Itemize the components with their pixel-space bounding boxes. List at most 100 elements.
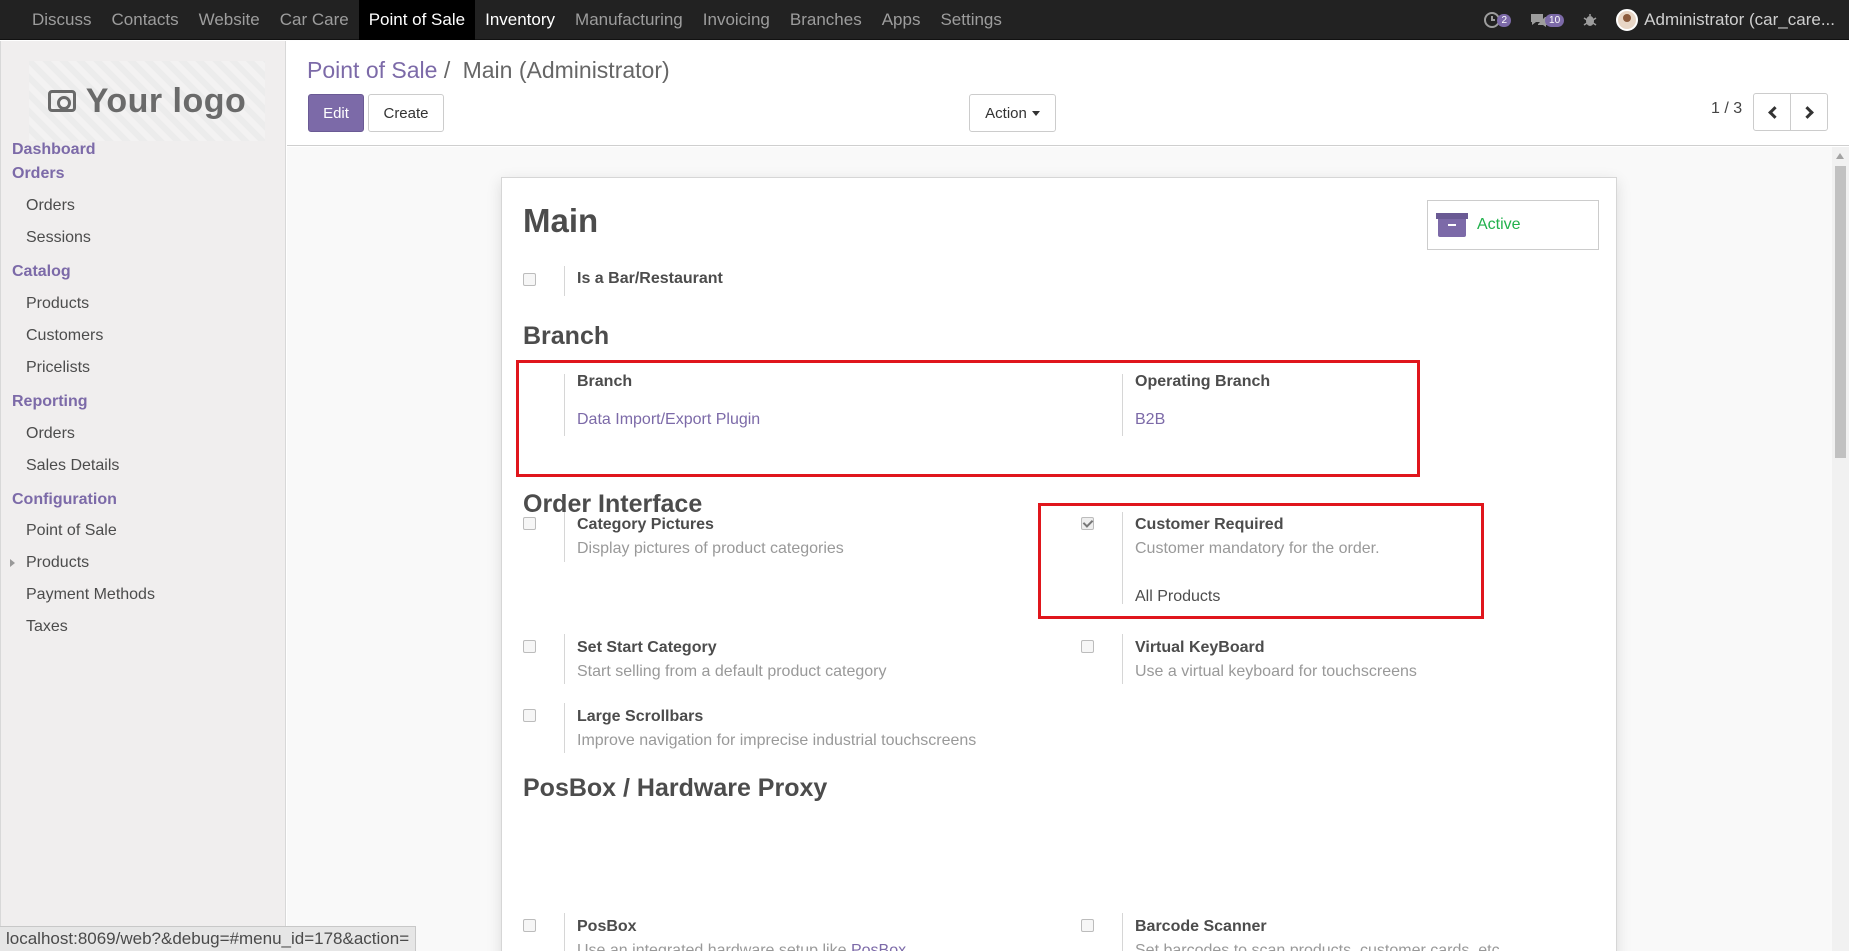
divider bbox=[1122, 634, 1123, 684]
user-menu[interactable]: Administrator (car_care... bbox=[1616, 9, 1835, 31]
is-bar-checkbox[interactable] bbox=[523, 273, 536, 286]
pager-value[interactable]: 1 / 3 bbox=[1711, 100, 1742, 118]
logo-text: Your logo bbox=[85, 81, 247, 120]
page-scrollbar[interactable] bbox=[1832, 147, 1849, 951]
systray: 2 10 Administrator (car_care... bbox=[1483, 0, 1835, 40]
posbox-heading: PosBox / Hardware Proxy bbox=[523, 774, 828, 802]
menu-website[interactable]: Website bbox=[189, 0, 270, 40]
menu-inventory[interactable]: Inventory bbox=[475, 0, 565, 40]
large-scrollbars-label: Large Scrollbars bbox=[577, 708, 704, 725]
sidebar-item-reporting-orders[interactable]: Orders bbox=[1, 418, 287, 450]
menu-car-care[interactable]: Car Care bbox=[270, 0, 359, 40]
camera-icon bbox=[47, 90, 76, 112]
scroll-up-icon[interactable] bbox=[1836, 153, 1844, 159]
sidebar-item-pricelists[interactable]: Pricelists bbox=[1, 352, 287, 384]
user-name: Administrator (car_care... bbox=[1644, 10, 1835, 29]
scrollbar-thumb[interactable] bbox=[1835, 166, 1846, 458]
menu-branches[interactable]: Branches bbox=[780, 0, 872, 40]
app-menu: Discuss Contacts Website Car Care Point … bbox=[22, 0, 1012, 40]
active-toggle-button[interactable]: Active bbox=[1427, 200, 1599, 250]
debug-menu[interactable] bbox=[1582, 12, 1598, 28]
menu-settings[interactable]: Settings bbox=[930, 0, 1011, 40]
breadcrumb-current: Main (Administrator) bbox=[462, 57, 670, 83]
barcode-scanner-label: Barcode Scanner bbox=[1135, 918, 1267, 935]
divider bbox=[564, 634, 565, 684]
sidebar-item-payment-methods[interactable]: Payment Methods bbox=[1, 579, 287, 611]
chevron-right-icon bbox=[1800, 105, 1814, 119]
barcode-scanner-desc: Set barcodes to scan products, customer … bbox=[1135, 942, 1505, 951]
menu-manufacturing[interactable]: Manufacturing bbox=[565, 0, 693, 40]
virtual-keyboard-checkbox[interactable] bbox=[1081, 640, 1094, 653]
create-button[interactable]: Create bbox=[368, 94, 444, 132]
sidebar-section-reporting[interactable]: Reporting bbox=[1, 390, 287, 414]
control-panel: Point of Sale / Main (Administrator) Edi… bbox=[287, 41, 1849, 146]
divider bbox=[564, 512, 565, 562]
is-bar-label: Is a Bar/Restaurant bbox=[577, 270, 723, 287]
breadcrumb-separator: / bbox=[443, 57, 451, 83]
sidebar-item-customers[interactable]: Customers bbox=[1, 320, 287, 352]
sidebar-nav: Dashboard Orders Orders Sessions Catalog… bbox=[1, 138, 287, 643]
sidebar-item-orders[interactable]: Orders bbox=[1, 190, 287, 222]
edit-button[interactable]: Edit bbox=[308, 94, 364, 132]
branch-heading: Branch bbox=[523, 322, 610, 350]
sidebar-item-sales-details[interactable]: Sales Details bbox=[1, 450, 287, 482]
large-scrollbars-desc: Improve navigation for imprecise industr… bbox=[577, 732, 977, 749]
breadcrumb: Point of Sale / Main (Administrator) bbox=[307, 57, 670, 84]
divider bbox=[564, 913, 565, 951]
sidebar-item-taxes[interactable]: Taxes bbox=[1, 611, 287, 643]
set-start-category-label: Set Start Category bbox=[577, 639, 717, 656]
sidebar-item-config-products[interactable]: Products bbox=[1, 547, 287, 579]
sidebar-section-configuration[interactable]: Configuration bbox=[1, 488, 287, 512]
form-sheet: Main Active Is a Bar/Restaurant Branch B… bbox=[501, 177, 1617, 951]
sidebar-item-products[interactable]: Products bbox=[1, 288, 287, 320]
large-scrollbars-checkbox[interactable] bbox=[523, 709, 536, 722]
action-dropdown[interactable]: Action bbox=[969, 94, 1056, 132]
messages-count-badge: 10 bbox=[1545, 13, 1565, 27]
record-title: Main bbox=[523, 202, 599, 239]
barcode-scanner-checkbox[interactable] bbox=[1081, 919, 1094, 932]
activity-count-badge: 2 bbox=[1497, 13, 1512, 27]
caret-right-icon bbox=[10, 559, 15, 567]
bug-icon bbox=[1583, 14, 1597, 26]
highlight-box-branch bbox=[516, 360, 1420, 477]
activity-menu[interactable]: 2 bbox=[1483, 11, 1512, 29]
company-logo[interactable]: Your logo bbox=[29, 61, 265, 141]
menu-discuss[interactable]: Discuss bbox=[22, 0, 102, 40]
action-label: Action bbox=[985, 104, 1027, 122]
messaging-menu[interactable]: 10 bbox=[1529, 11, 1565, 29]
divider bbox=[1122, 913, 1123, 951]
menu-invoicing[interactable]: Invoicing bbox=[693, 0, 780, 40]
active-label: Active bbox=[1477, 216, 1521, 233]
set-start-category-checkbox[interactable] bbox=[523, 640, 536, 653]
posbox-checkbox[interactable] bbox=[523, 919, 536, 932]
category-pictures-checkbox[interactable] bbox=[523, 517, 536, 530]
sidebar-section-orders[interactable]: Orders bbox=[1, 162, 287, 186]
divider bbox=[564, 703, 565, 753]
menu-apps[interactable]: Apps bbox=[872, 0, 931, 40]
sidebar-item-sessions[interactable]: Sessions bbox=[1, 222, 287, 254]
sidebar-item-label: Products bbox=[26, 554, 90, 571]
sidebar-item-config-point-of-sale[interactable]: Point of Sale bbox=[1, 515, 287, 547]
sidebar-section-catalog[interactable]: Catalog bbox=[1, 260, 287, 284]
menu-contacts[interactable]: Contacts bbox=[102, 0, 189, 40]
chevron-left-icon bbox=[1767, 105, 1781, 119]
pager-next-button[interactable] bbox=[1790, 93, 1828, 131]
sidebar: Your logo Dashboard Orders Orders Sessio… bbox=[0, 41, 286, 951]
avatar bbox=[1616, 9, 1639, 31]
order-interface-heading: Order Interface bbox=[523, 490, 703, 518]
posbox-desc: Use an integrated hardware setup like Po… bbox=[577, 942, 906, 951]
category-pictures-label: Category Pictures bbox=[577, 516, 714, 533]
posbox-link[interactable]: PosBox bbox=[851, 942, 906, 951]
category-pictures-desc: Display pictures of product categories bbox=[577, 540, 844, 557]
form-view: Main Active Is a Bar/Restaurant Branch B… bbox=[287, 147, 1832, 951]
virtual-keyboard-label: Virtual KeyBoard bbox=[1135, 639, 1265, 656]
virtual-keyboard-desc: Use a virtual keyboard for touchscreens bbox=[1135, 663, 1417, 680]
pager-previous-button[interactable] bbox=[1753, 93, 1791, 131]
posbox-label: PosBox bbox=[577, 918, 637, 935]
sidebar-item-dashboard[interactable]: Dashboard bbox=[1, 138, 287, 162]
menu-point-of-sale[interactable]: Point of Sale bbox=[358, 0, 476, 40]
breadcrumb-parent[interactable]: Point of Sale bbox=[307, 57, 437, 83]
archive-icon bbox=[1436, 213, 1468, 237]
posbox-desc-text: Use an integrated hardware setup like bbox=[577, 942, 847, 951]
divider bbox=[564, 266, 565, 296]
